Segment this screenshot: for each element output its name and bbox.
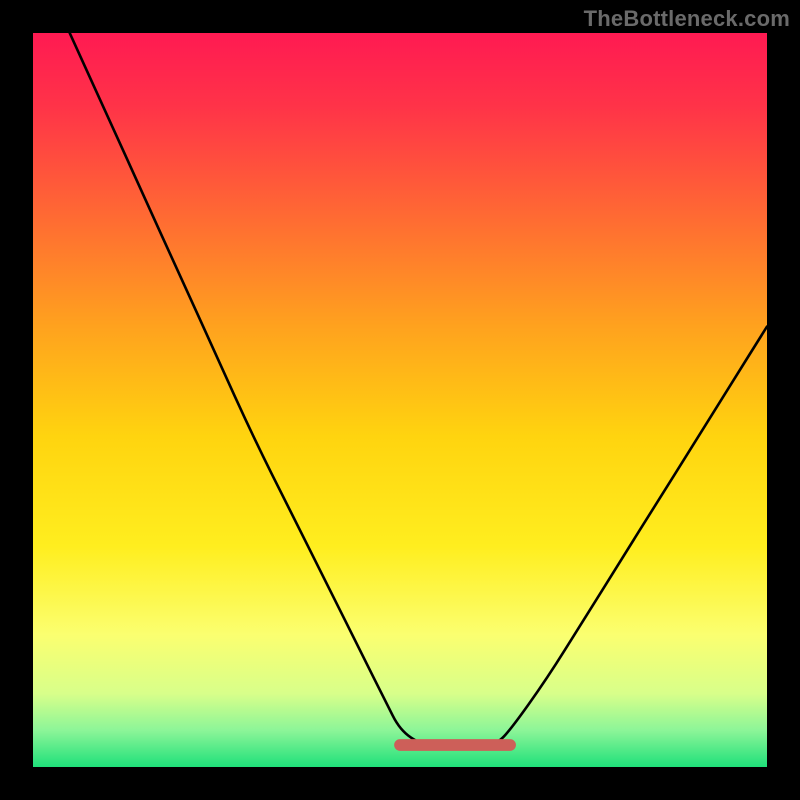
chart-frame: TheBottleneck.com: [0, 0, 800, 800]
watermark-text: TheBottleneck.com: [584, 6, 790, 32]
plot-area: [33, 33, 767, 767]
bottleneck-curve: [33, 33, 767, 767]
